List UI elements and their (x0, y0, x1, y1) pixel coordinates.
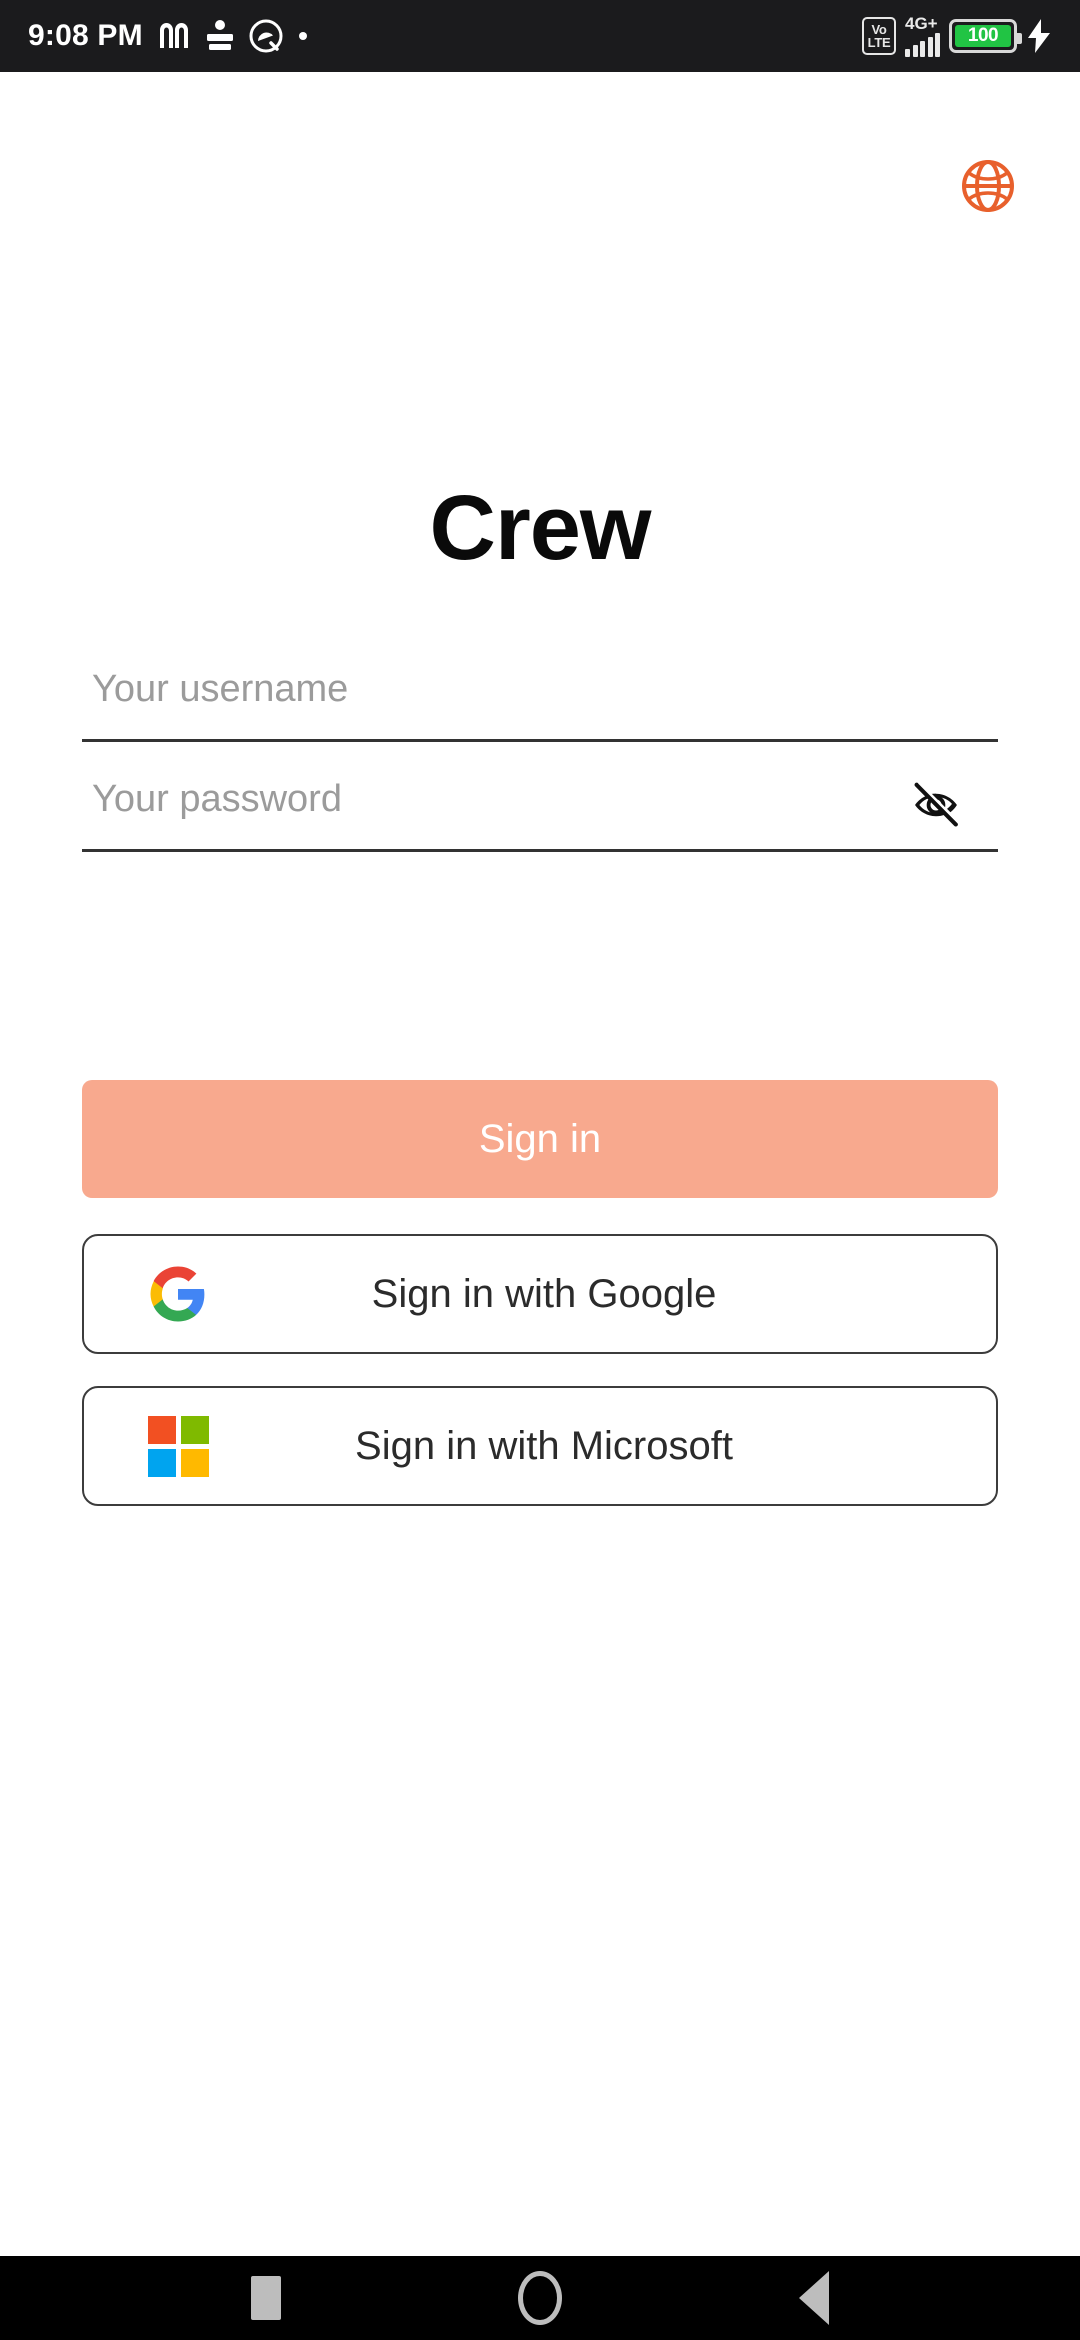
google-g-icon (142, 1258, 214, 1330)
sign-in-button[interactable]: Sign in (82, 1080, 998, 1198)
recents-square-icon[interactable] (222, 2265, 310, 2331)
battery-icon: 100 (949, 19, 1022, 53)
sign-in-with-google-button[interactable]: Sign in with Google (82, 1234, 998, 1354)
volte-line-2: LTE (867, 35, 891, 50)
medium-m-icon (157, 20, 191, 52)
back-triangle-icon[interactable] (770, 2265, 858, 2331)
status-bar-left: 9:08 PM (28, 19, 309, 53)
home-circle-icon[interactable] (496, 2265, 584, 2331)
microsoft-squares-icon (142, 1410, 214, 1482)
status-bar-clock: 9:08 PM (28, 19, 143, 52)
charging-bolt-icon (1026, 18, 1052, 54)
password-field[interactable] (82, 760, 998, 852)
signal-bars (905, 33, 940, 57)
username-field[interactable] (82, 650, 998, 742)
network-type-label: 4G+ (905, 14, 938, 33)
page-title: Crew (429, 477, 652, 579)
dot-icon (297, 30, 309, 42)
gujarati-news-icon (205, 19, 235, 53)
status-bar: 9:08 PM Vo LTE 4G+ 100 (0, 0, 1080, 72)
android-navigation-bar (0, 2256, 1080, 2340)
phone-screen: 9:08 PM Vo LTE 4G+ 100 Crew Your usernam… (0, 0, 1080, 2340)
username-input[interactable] (82, 650, 998, 739)
login-screen: Crew Sign in (0, 72, 1080, 2256)
volte-icon: Vo LTE (862, 17, 896, 55)
microsoft-button-label: Sign in with Microsoft (355, 1423, 733, 1468)
circle-logo-icon (249, 19, 283, 53)
network-signal-icon: 4G+ (905, 15, 940, 57)
eye-off-icon[interactable] (904, 773, 968, 837)
google-button-label: Sign in with Google (371, 1271, 717, 1316)
battery-percent-label: 100 (967, 25, 999, 46)
sign-in-with-microsoft-button[interactable]: Sign in with Microsoft (82, 1386, 998, 1506)
battery-fill: 100 (955, 25, 1011, 47)
status-bar-right: Vo LTE 4G+ 100 (862, 15, 1052, 57)
globe-icon[interactable] (957, 155, 1019, 217)
password-input[interactable] (82, 760, 904, 849)
